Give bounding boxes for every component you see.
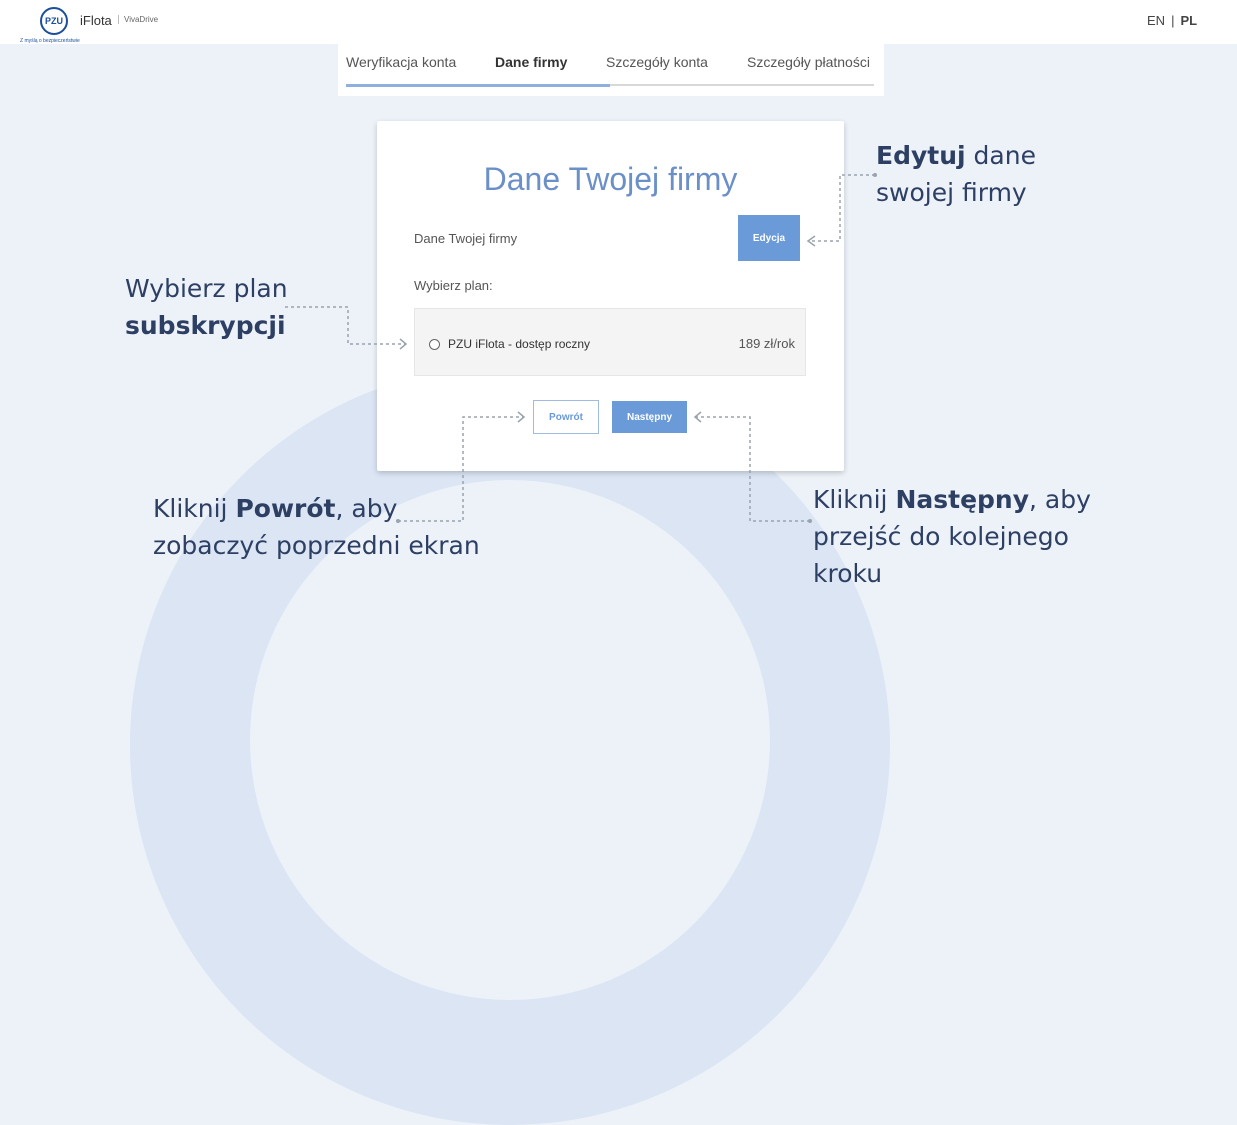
- arrow-edit: [808, 174, 875, 242]
- annotation-arrows: [285, 173, 877, 523]
- dot-next: [808, 519, 812, 523]
- arrow-back: [398, 416, 523, 522]
- arrow-next: [695, 416, 810, 522]
- dot-edit: [873, 173, 877, 177]
- arrow-plan: [285, 306, 405, 345]
- dot-back: [396, 519, 400, 523]
